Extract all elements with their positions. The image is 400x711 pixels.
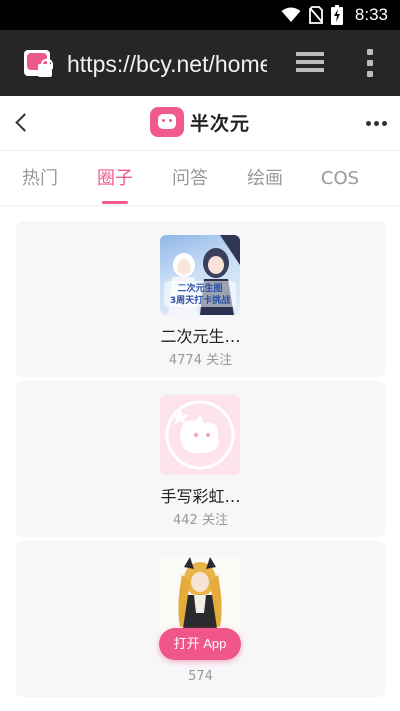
circle-cover-image: 二次元生图 3周天打卡挑战	[160, 235, 240, 315]
tab-painting[interactable]: 绘画	[239, 152, 291, 206]
wifi-icon	[281, 7, 301, 22]
svg-text:二次元生图: 二次元生图	[177, 282, 222, 294]
category-tabs: 热门 圈子 问答 绘画 COS	[0, 152, 400, 206]
status-bar: 8:33	[0, 0, 400, 30]
site-header: 半次元	[0, 96, 400, 151]
site-security-icon[interactable]	[24, 50, 53, 77]
tab-hot[interactable]: 热门	[14, 152, 66, 206]
active-tab-indicator	[102, 201, 128, 204]
status-time: 8:33	[354, 5, 388, 24]
circle-card[interactable]: 手写彩虹… 442 关注	[16, 381, 385, 537]
open-app-button[interactable]: 打开 App	[159, 628, 241, 660]
circle-followers: 442 关注	[173, 513, 228, 528]
circle-title: 手写彩虹…	[160, 487, 241, 506]
circle-title: 二次元生…	[160, 327, 241, 346]
url-field[interactable]: https://bcy.net/home	[67, 49, 267, 79]
circle-card[interactable]: 二次元生图 3周天打卡挑战 二次元生… 4774 关注	[16, 221, 385, 377]
svg-text:3周天打卡挑战: 3周天打卡挑战	[170, 294, 230, 306]
back-arrow-icon[interactable]	[8, 108, 38, 138]
site-name: 半次元	[190, 112, 251, 135]
browser-toolbar: https://bcy.net/home	[0, 30, 400, 96]
lock-icon	[38, 59, 53, 77]
site-logo[interactable]: 半次元	[150, 106, 250, 138]
circle-cover-image	[160, 395, 240, 475]
status-icons: 8:33	[281, 4, 388, 26]
circle-cover-image	[160, 555, 240, 635]
tab-cos[interactable]: COS	[310, 152, 370, 206]
circle-followers: 574	[188, 669, 213, 684]
tab-switcher-icon[interactable]	[294, 50, 326, 78]
tab-qa[interactable]: 问答	[164, 152, 216, 206]
more-options-icon[interactable]	[358, 110, 394, 136]
browser-menu-icon[interactable]	[358, 48, 382, 78]
tab-circles[interactable]: 圈子	[89, 152, 141, 206]
logo-icon	[150, 107, 184, 137]
battery-charging-icon	[330, 5, 343, 25]
circle-followers: 4774 关注	[168, 353, 233, 368]
circle-card[interactable]: 574	[16, 541, 385, 697]
no-sim-icon	[309, 6, 323, 24]
